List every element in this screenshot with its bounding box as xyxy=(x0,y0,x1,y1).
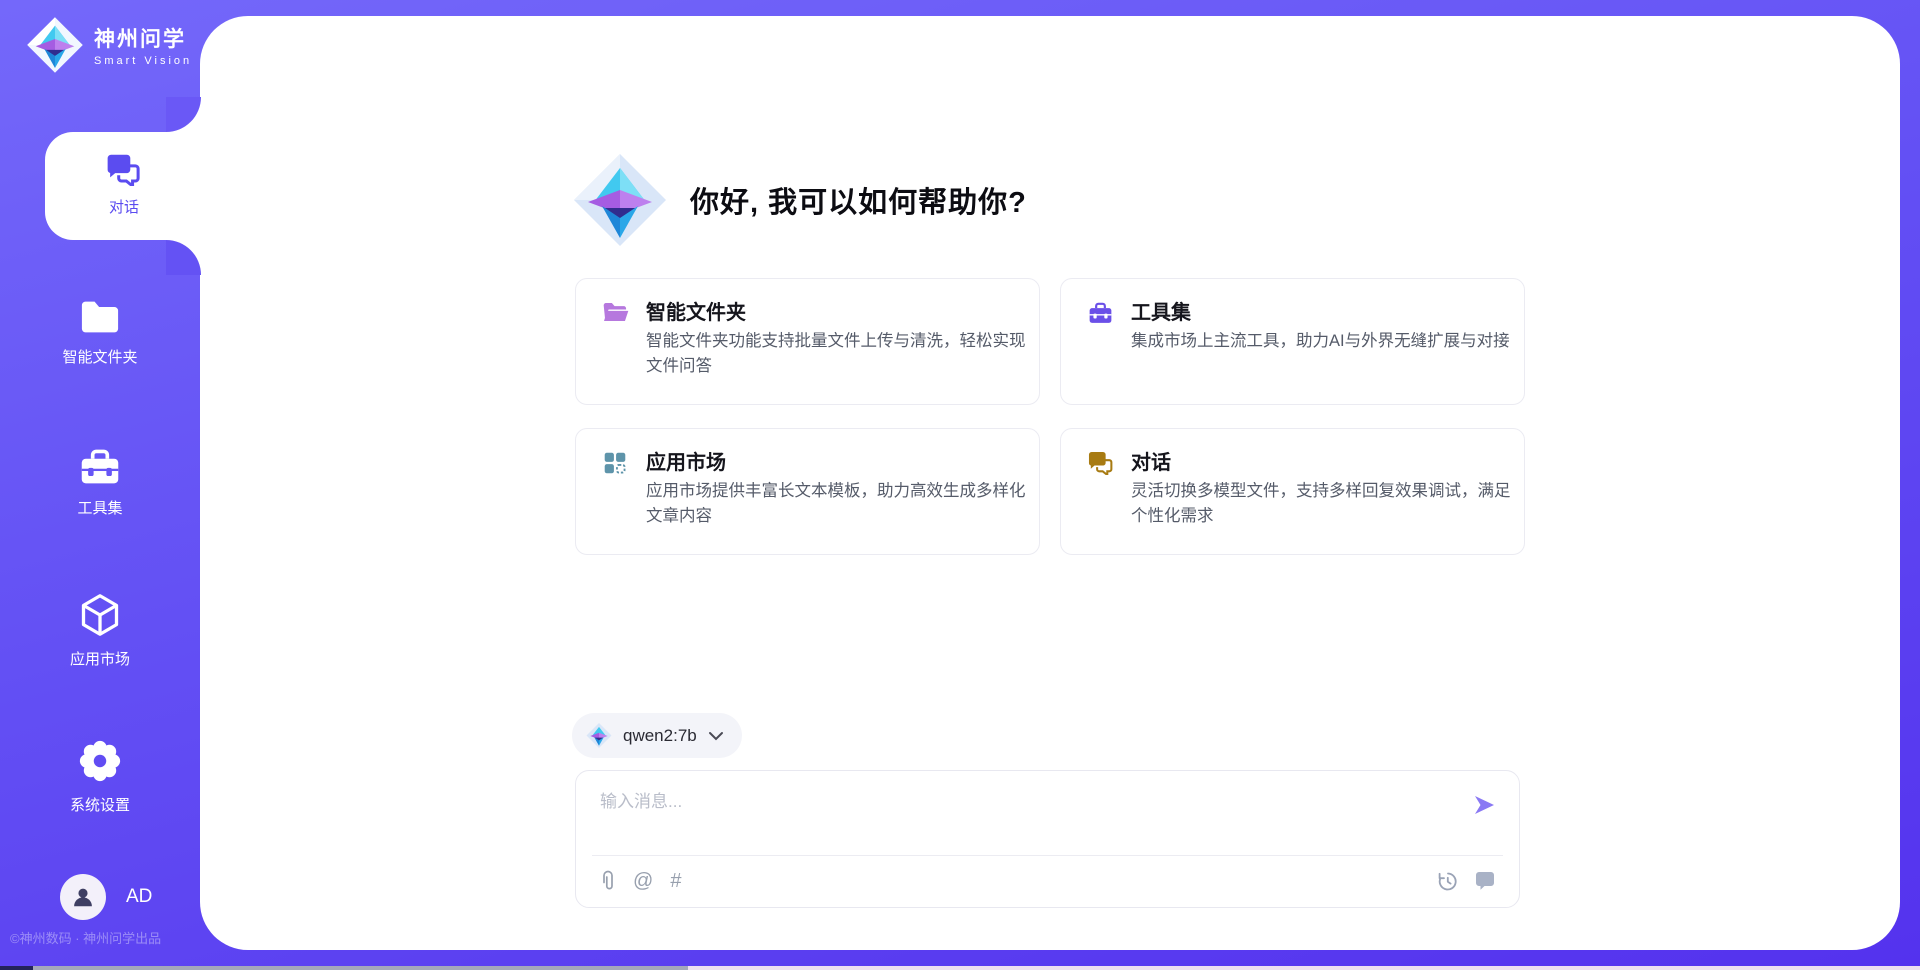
card-chat[interactable]: 对话 灵活切换多模型文件，支持多样回复效果调试，满足个性化需求 xyxy=(1060,428,1525,555)
paperclip-icon[interactable] xyxy=(600,869,616,893)
sidebar-item-toolset[interactable]: 工具集 xyxy=(0,445,200,518)
model-selector[interactable]: qwen2:7b xyxy=(572,713,742,758)
greeting: 你好, 我可以如何帮助你? xyxy=(572,150,1027,250)
app-logo: 神州问学 Smart Vision xyxy=(26,16,192,74)
scrollbar-thumb[interactable] xyxy=(33,966,688,970)
model-diamond-icon xyxy=(586,722,612,749)
avatar xyxy=(60,874,106,920)
sidebar-item-label: 工具集 xyxy=(0,497,200,518)
card-desc: 智能文件夹功能支持批量文件上传与清洗，轻松实现文件问答 xyxy=(646,329,1026,379)
sidebar-item-smart-folder[interactable]: 智能文件夹 xyxy=(0,298,200,367)
message-input[interactable] xyxy=(600,787,1450,845)
feedback-chat-icon[interactable] xyxy=(1473,869,1497,893)
model-name: qwen2:7b xyxy=(623,726,697,746)
brand-diamond-icon xyxy=(572,150,668,250)
toolbox-icon xyxy=(78,445,122,487)
sidebar-item-label: 系统设置 xyxy=(0,794,200,815)
sidebar-item-label: 应用市场 xyxy=(0,648,200,669)
mention-icon[interactable]: @ xyxy=(633,869,653,893)
person-icon xyxy=(70,884,96,910)
folder-icon xyxy=(78,298,122,336)
sidebar: 神州问学 Smart Vision 对话 智能文件夹 xyxy=(0,0,200,970)
card-title: 智能文件夹 xyxy=(646,296,746,325)
app-subtitle: Smart Vision xyxy=(94,55,192,67)
message-composer: @ # xyxy=(575,770,1520,908)
sidebar-item-chat[interactable]: 对话 xyxy=(45,152,203,217)
composer-divider xyxy=(592,855,1503,856)
gear-icon xyxy=(77,738,123,784)
card-desc: 应用市场提供丰富长文本模板，助力高效生成多样化文章内容 xyxy=(646,479,1026,529)
toolbox-icon xyxy=(1087,300,1114,325)
greeting-title: 你好, 我可以如何帮助你? xyxy=(690,179,1027,221)
user-profile[interactable]: AD xyxy=(60,874,152,920)
cube-icon xyxy=(78,592,122,638)
send-icon[interactable] xyxy=(1471,793,1497,817)
history-icon[interactable] xyxy=(1435,869,1459,893)
chevron-down-icon xyxy=(708,731,724,741)
sidebar-item-label: 智能文件夹 xyxy=(0,346,200,367)
sidebar-item-settings[interactable]: 系统设置 xyxy=(0,738,200,815)
card-title: 对话 xyxy=(1131,446,1171,475)
card-desc: 灵活切换多模型文件，支持多样回复效果调试，满足个性化需求 xyxy=(1131,479,1511,529)
card-app-market[interactable]: 应用市场 应用市场提供丰富长文本模板，助力高效生成多样化文章内容 xyxy=(575,428,1040,555)
sidebar-item-label: 对话 xyxy=(45,196,203,217)
card-title: 应用市场 xyxy=(646,446,726,475)
card-desc: 集成市场上主流工具，助力AI与外界无缝扩展与对接 xyxy=(1131,329,1511,354)
folder-open-icon xyxy=(602,300,630,324)
hashtag-icon[interactable]: # xyxy=(670,869,681,893)
app-grid-icon xyxy=(602,450,628,476)
copyright-text: ©神州数码 · 神州问学出品 xyxy=(10,928,161,947)
user-name: AD xyxy=(126,886,152,908)
chat-bubbles-icon xyxy=(1087,450,1115,475)
app-title: 神州问学 xyxy=(94,23,192,53)
chat-bubbles-icon xyxy=(105,152,143,186)
scrollbar-corner xyxy=(0,966,33,970)
card-toolset[interactable]: 工具集 集成市场上主流工具，助力AI与外界无缝扩展与对接 xyxy=(1060,278,1525,405)
card-title: 工具集 xyxy=(1131,296,1191,325)
brand-diamond-icon xyxy=(26,16,84,74)
sidebar-item-app-market[interactable]: 应用市场 xyxy=(0,592,200,669)
card-smart-folder[interactable]: 智能文件夹 智能文件夹功能支持批量文件上传与清洗，轻松实现文件问答 xyxy=(575,278,1040,405)
horizontal-scrollbar xyxy=(0,966,1920,970)
